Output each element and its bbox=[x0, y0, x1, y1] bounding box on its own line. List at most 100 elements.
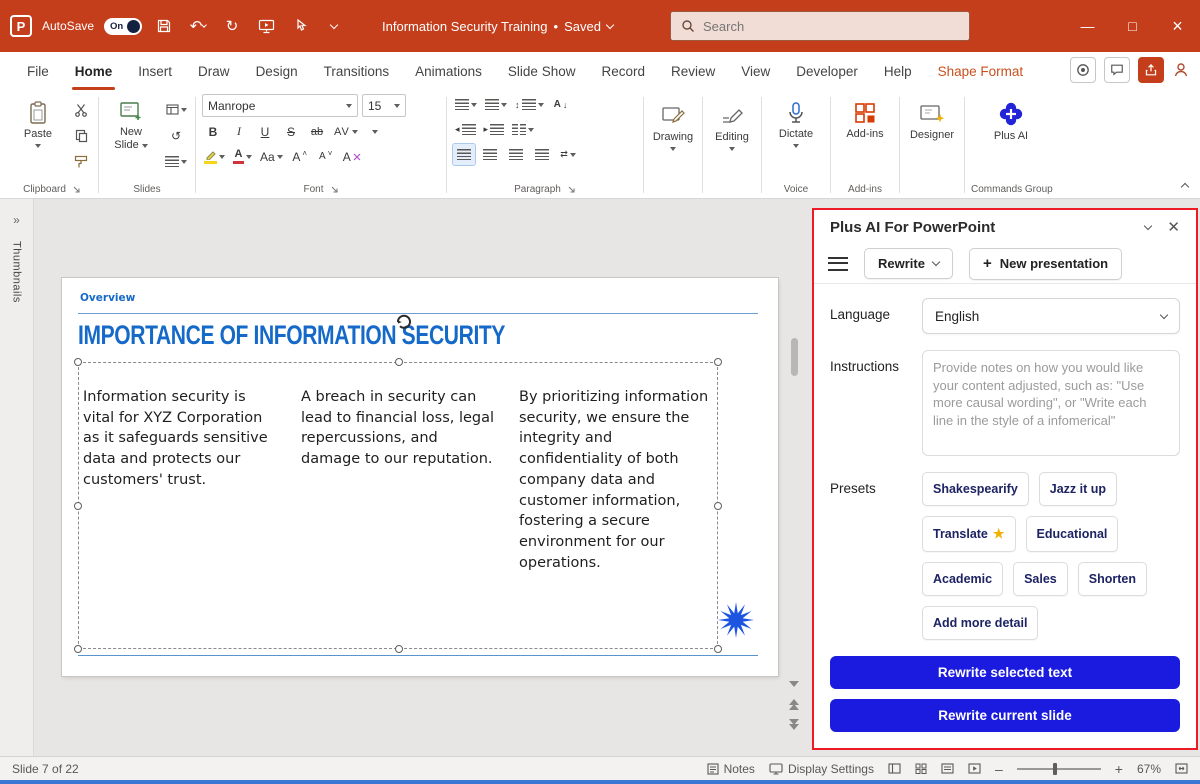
justify-button[interactable] bbox=[531, 144, 553, 165]
decrease-indent-button[interactable]: ◂ bbox=[453, 119, 478, 140]
italic-button[interactable]: I bbox=[228, 121, 250, 142]
slide-counter[interactable]: Slide 7 of 22 bbox=[12, 762, 79, 776]
bullets-button[interactable] bbox=[453, 94, 479, 115]
previous-slide-button[interactable] bbox=[789, 699, 799, 710]
font-color-button[interactable]: A bbox=[231, 146, 254, 167]
panel-close-icon[interactable]: ✕ bbox=[1167, 218, 1180, 236]
fit-slide-button[interactable] bbox=[1175, 763, 1188, 774]
share-button[interactable] bbox=[1138, 57, 1164, 83]
reading-view-button[interactable] bbox=[941, 763, 954, 774]
slide-title[interactable]: IMPORTANCE OF INFORMATION SECURITY bbox=[78, 320, 505, 351]
tab-developer[interactable]: Developer bbox=[783, 52, 871, 90]
selection-handle[interactable] bbox=[74, 358, 82, 366]
tab-insert[interactable]: Insert bbox=[125, 52, 185, 90]
search-box[interactable] bbox=[670, 11, 970, 41]
collapse-ribbon-icon[interactable] bbox=[1181, 183, 1189, 191]
paste-button[interactable]: Paste bbox=[12, 94, 64, 180]
dictate-button[interactable]: Dictate bbox=[768, 94, 824, 180]
align-left-button[interactable] bbox=[453, 144, 475, 165]
scroll-down-button[interactable] bbox=[789, 681, 799, 687]
tab-animations[interactable]: Animations bbox=[402, 52, 495, 90]
preset-shakespearify[interactable]: Shakespearify bbox=[922, 472, 1029, 506]
columns-button[interactable] bbox=[510, 119, 536, 140]
zoom-in-button[interactable]: + bbox=[1115, 761, 1123, 777]
shrink-font-button[interactable]: A˅ bbox=[315, 146, 337, 167]
clear-formatting-button[interactable]: A bbox=[341, 146, 363, 167]
new-presentation-button[interactable]: + New presentation bbox=[969, 248, 1122, 280]
search-input[interactable] bbox=[703, 19, 959, 34]
touch-mouse-mode-icon[interactable] bbox=[288, 14, 312, 38]
cut-icon[interactable] bbox=[70, 99, 92, 120]
notes-button[interactable]: Notes bbox=[707, 762, 755, 776]
autosave-toggle[interactable]: On bbox=[104, 18, 142, 35]
tab-record[interactable]: Record bbox=[588, 52, 658, 90]
character-spacing-button[interactable]: AV bbox=[332, 121, 360, 142]
tab-help[interactable]: Help bbox=[871, 52, 925, 90]
selection-handle[interactable] bbox=[714, 358, 722, 366]
slideshow-from-beginning-icon[interactable] bbox=[254, 14, 278, 38]
designer-button[interactable]: Designer bbox=[900, 92, 964, 198]
selection-handle[interactable] bbox=[395, 645, 403, 653]
drawing-button[interactable]: Drawing bbox=[644, 92, 702, 198]
save-icon[interactable] bbox=[152, 14, 176, 38]
saved-status[interactable]: Saved bbox=[564, 19, 601, 34]
zoom-slider[interactable] bbox=[1017, 768, 1101, 770]
bold-button[interactable]: B bbox=[202, 121, 224, 142]
maximize-button[interactable]: □ bbox=[1110, 0, 1155, 52]
vertical-scrollbar-thumb[interactable] bbox=[791, 338, 798, 376]
preset-academic[interactable]: Academic bbox=[922, 562, 1003, 596]
comments-icon[interactable] bbox=[1104, 57, 1130, 83]
tab-file[interactable]: File bbox=[14, 52, 62, 90]
panel-collapse-icon[interactable] bbox=[1144, 221, 1152, 229]
record-icon[interactable] bbox=[1070, 57, 1096, 83]
language-select[interactable]: English bbox=[922, 298, 1180, 334]
next-slide-button[interactable] bbox=[789, 719, 799, 730]
quick-access-menu-icon[interactable] bbox=[322, 14, 346, 38]
tab-transitions[interactable]: Transitions bbox=[311, 52, 403, 90]
slide-sorter-view-button[interactable] bbox=[915, 763, 927, 774]
close-button[interactable]: × bbox=[1155, 0, 1200, 52]
align-center-button[interactable] bbox=[479, 144, 501, 165]
saved-chevron-icon[interactable] bbox=[606, 20, 614, 28]
preset-educational[interactable]: Educational bbox=[1026, 516, 1119, 552]
slide-text-column-1[interactable]: Information security is vital for XYZ Co… bbox=[83, 387, 277, 648]
format-painter-icon[interactable] bbox=[70, 151, 92, 172]
grow-font-button[interactable]: A˄ bbox=[289, 146, 311, 167]
change-case-button[interactable]: Aa bbox=[258, 146, 285, 167]
zoom-percent[interactable]: 67% bbox=[1137, 762, 1161, 776]
preset-sales[interactable]: Sales bbox=[1013, 562, 1068, 596]
tab-shape-format[interactable]: Shape Format bbox=[925, 52, 1037, 90]
powerpoint-logo-icon[interactable]: P bbox=[10, 15, 32, 37]
tab-slide-show[interactable]: Slide Show bbox=[495, 52, 589, 90]
slide-eyebrow[interactable]: Overview bbox=[80, 292, 135, 304]
selected-text-box[interactable]: Information security is vital for XYZ Co… bbox=[78, 362, 718, 649]
tab-home[interactable]: Home bbox=[62, 52, 126, 90]
instructions-input[interactable] bbox=[922, 350, 1180, 456]
expand-thumbnails-icon[interactable]: » bbox=[13, 213, 20, 227]
font-name-combo[interactable]: Manrope bbox=[202, 94, 358, 117]
presenter-icon[interactable] bbox=[1172, 61, 1190, 79]
new-slide-button[interactable]: NewSlide bbox=[105, 94, 157, 180]
minimize-button[interactable]: — bbox=[1065, 0, 1110, 52]
zoom-slider-thumb[interactable] bbox=[1053, 763, 1057, 775]
reset-slide-icon[interactable]: ↺ bbox=[163, 125, 189, 146]
font-size-combo[interactable]: 15 bbox=[362, 94, 406, 117]
selection-handle[interactable] bbox=[395, 358, 403, 366]
panel-menu-icon[interactable] bbox=[828, 257, 848, 271]
strikethrough-ab-button[interactable]: ab bbox=[306, 121, 328, 142]
thumbnails-pane-collapsed[interactable]: » Thumbnails bbox=[0, 199, 34, 756]
redo-button[interactable]: ↻ bbox=[220, 14, 244, 38]
tab-review[interactable]: Review bbox=[658, 52, 728, 90]
addins-button[interactable]: Add-ins bbox=[837, 94, 893, 180]
editing-button[interactable]: Editing bbox=[703, 92, 761, 198]
undo-button[interactable]: ↶ bbox=[186, 14, 210, 38]
line-spacing-button[interactable]: ↕ bbox=[513, 94, 546, 115]
preset-shorten[interactable]: Shorten bbox=[1078, 562, 1147, 596]
sort-button[interactable]: A↓ bbox=[550, 94, 572, 115]
normal-view-button[interactable] bbox=[888, 763, 901, 774]
selection-handle[interactable] bbox=[74, 502, 82, 510]
plus-ai-button[interactable]: Plus AI bbox=[971, 94, 1051, 180]
underline-button[interactable]: U bbox=[254, 121, 276, 142]
align-right-button[interactable] bbox=[505, 144, 527, 165]
slide-canvas[interactable]: Overview IMPORTANCE OF INFORMATION SECUR… bbox=[62, 278, 778, 676]
